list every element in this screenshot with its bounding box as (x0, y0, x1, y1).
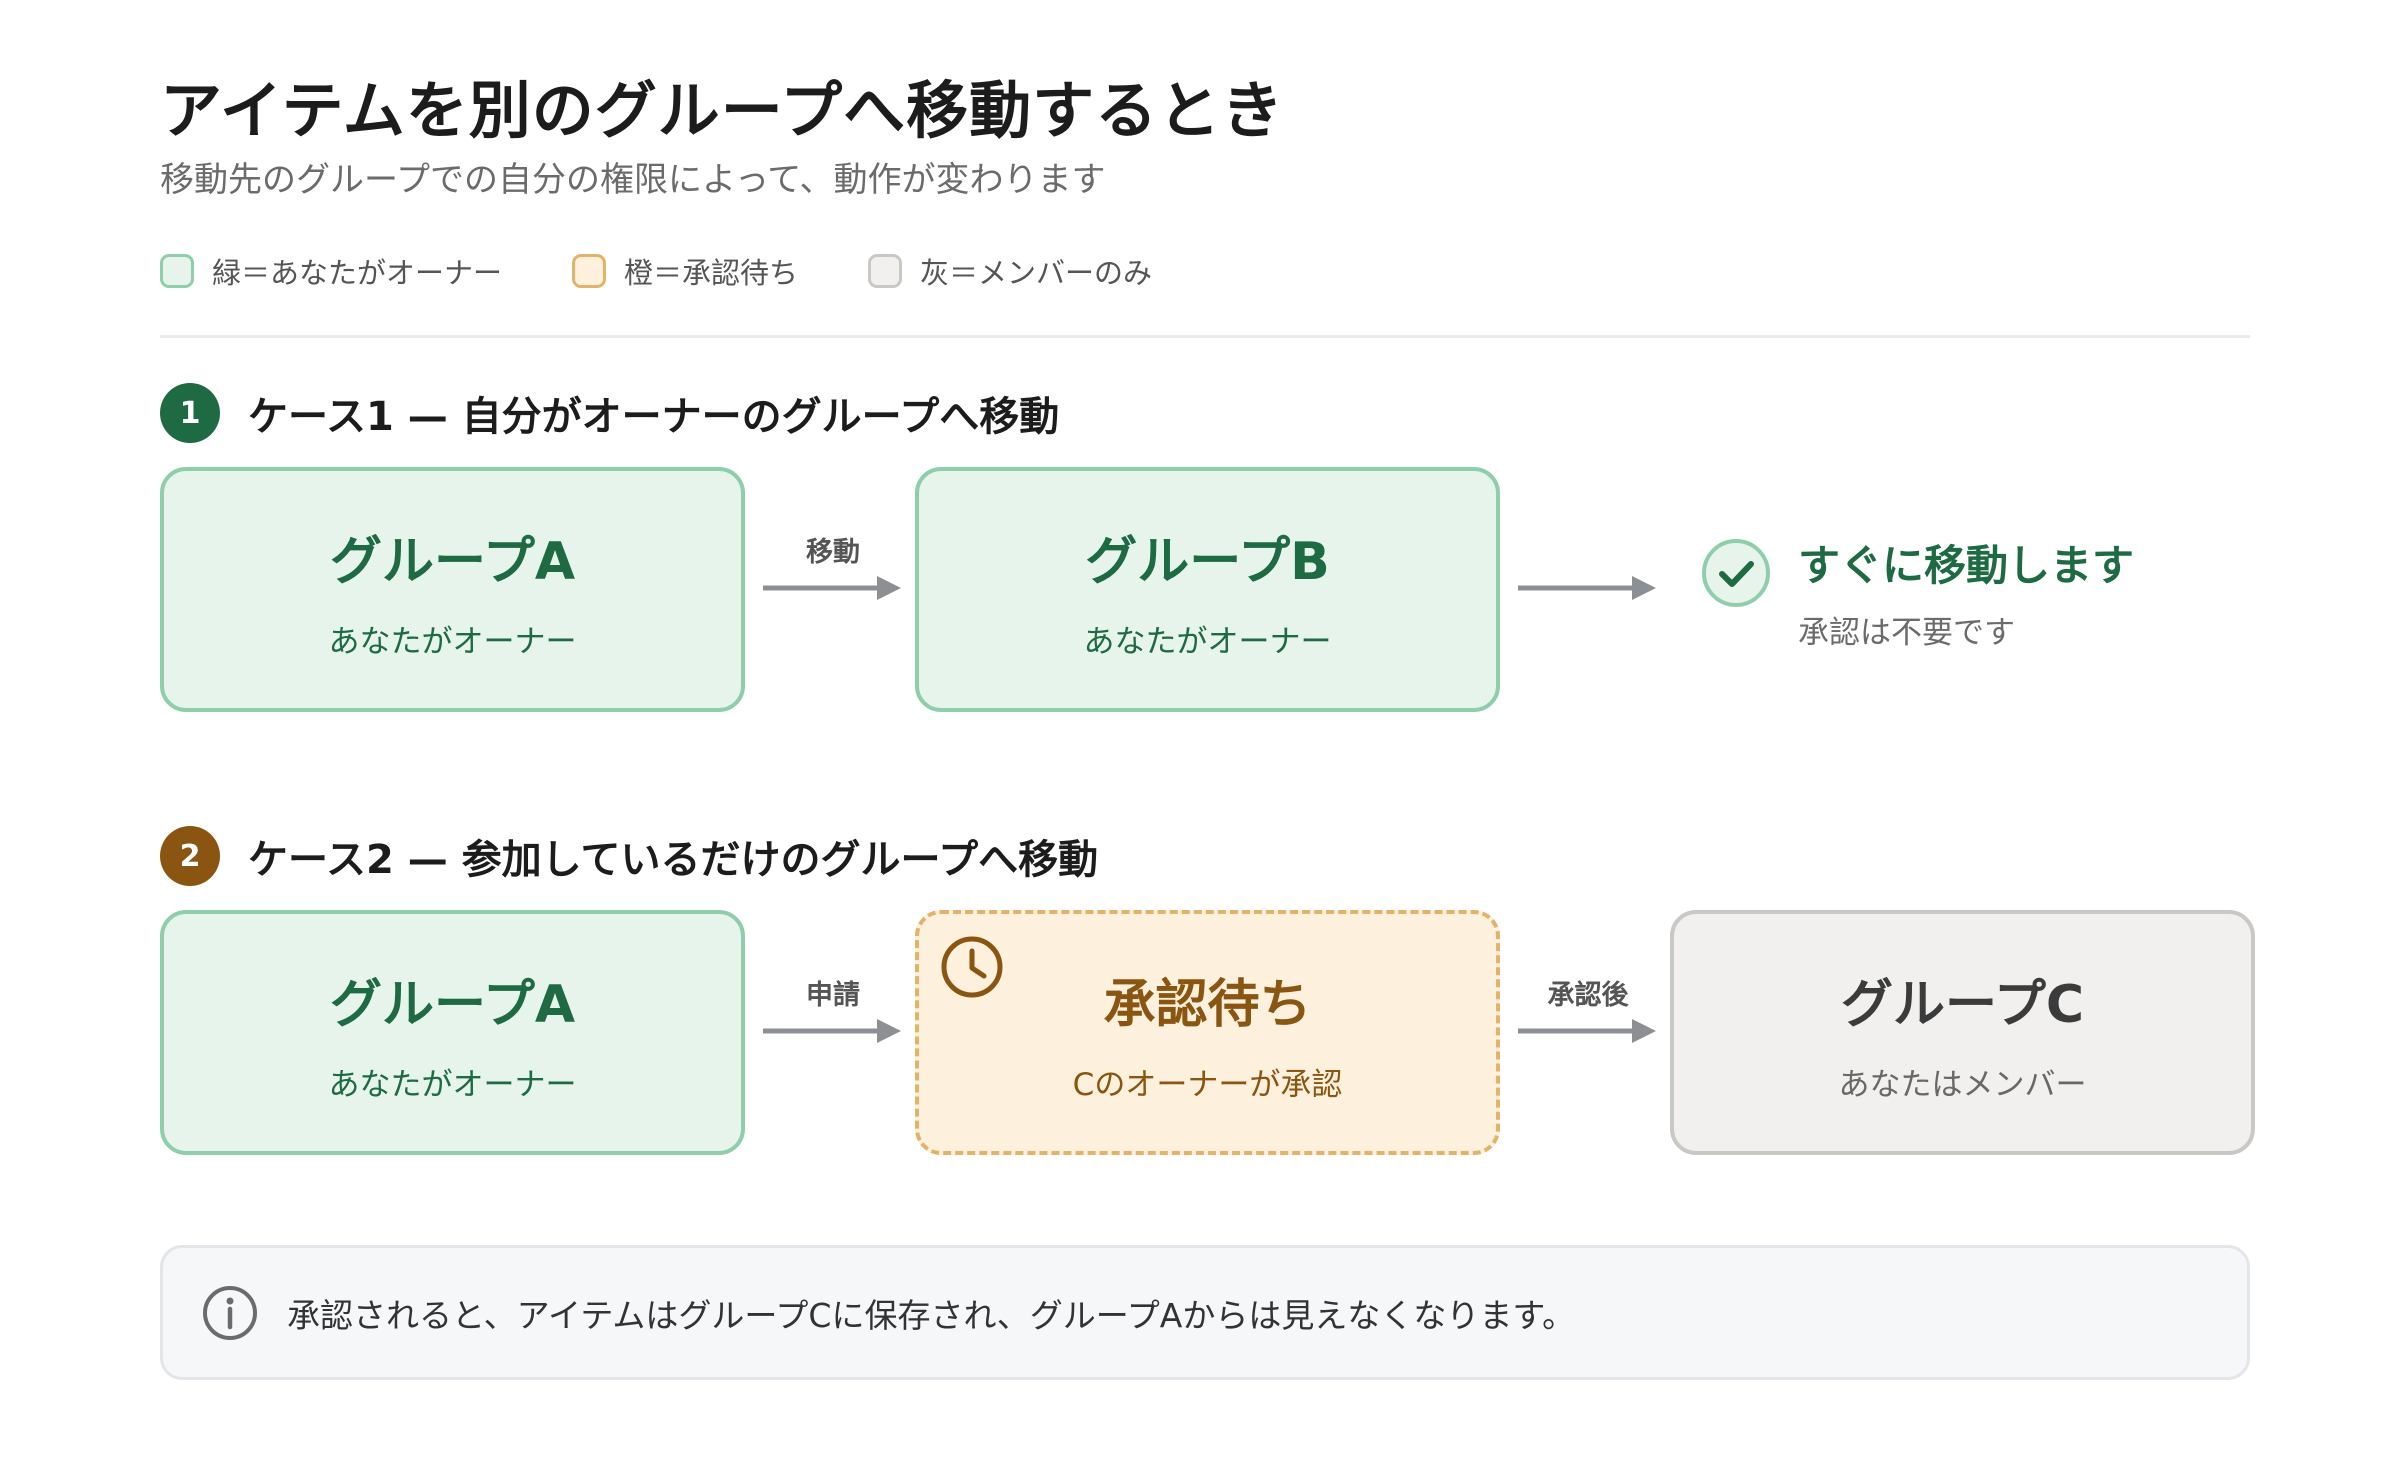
group-role: あなたがオーナー (328, 1066, 577, 1103)
legend-item-owner: 緑＝あなたがオーナー (160, 250, 502, 292)
info-icon (203, 1285, 257, 1340)
case2-arrow2-label: 承認後 (1547, 980, 1629, 1011)
case1-arrow-label: 移動 (806, 537, 860, 568)
legend-item-member: 灰＝メンバーのみ (868, 250, 1152, 292)
case1-number-badge: 1 (160, 383, 220, 443)
arrow-right-icon (1518, 576, 1656, 600)
legend-label: 橙＝承認待ち (624, 256, 799, 290)
legend-item-pending: 橙＝承認待ち (572, 250, 798, 292)
group-title: グループA (329, 531, 576, 592)
group-title: グループC (1840, 974, 2085, 1035)
divider (160, 335, 2250, 338)
pending-subtitle: Cのオーナーが承認 (1072, 1066, 1343, 1103)
legend-swatch-orange (572, 254, 607, 288)
arrow-right-icon (1518, 1019, 1656, 1043)
result-title: すぐに移動します (1798, 541, 2135, 590)
group-title: グループB (1085, 531, 1330, 592)
arrow-right-icon (763, 1019, 901, 1043)
note-text: 承認されると、アイテムはグループCに保存され、グループAからは見えなくなります。 (287, 1295, 1576, 1335)
legend-swatch-gray (868, 254, 903, 288)
case2-source-group: グループA あなたがオーナー (160, 910, 745, 1155)
page-subtitle: 移動先のグループでの自分の権限によって、動作が変わります (160, 160, 1106, 200)
arrow-right-icon (763, 576, 901, 600)
page-title: アイテムを別のグループへ移動するとき (160, 74, 1285, 147)
legend: 緑＝あなたがオーナー 橙＝承認待ち 灰＝メンバーのみ (160, 250, 1222, 292)
case2-header: 2 ケース2 — 参加しているだけのグループへ移動 (160, 826, 1098, 886)
case1-title: ケース1 — 自分がオーナーのグループへ移動 (248, 394, 1060, 440)
case1-target-group: グループB あなたがオーナー (915, 467, 1500, 712)
legend-swatch-green (160, 254, 194, 288)
case1-header: 1 ケース1 — 自分がオーナーのグループへ移動 (160, 383, 1059, 443)
check-circle-icon (1702, 539, 1770, 607)
group-title: グループA (329, 974, 576, 1035)
case2-pending-approval: 承認待ち Cのオーナーが承認 (915, 910, 1500, 1155)
case2-title: ケース2 — 参加しているだけのグループへ移動 (248, 837, 1099, 883)
info-note: 承認されると、アイテムはグループCに保存され、グループAからは見えなくなります。 (160, 1245, 2250, 1380)
case1-result: すぐに移動します 承認は不要です (1700, 532, 2134, 652)
legend-label: 緑＝あなたがオーナー (212, 256, 503, 290)
case2-target-group: グループC あなたはメンバー (1670, 910, 2255, 1155)
result-subtitle: 承認は不要です (1798, 615, 2015, 651)
legend-label: 灰＝メンバーのみ (920, 256, 1153, 290)
group-role: あなたがオーナー (328, 623, 577, 660)
group-role: あなたがオーナー (1083, 623, 1332, 660)
case1-source-group: グループA あなたがオーナー (160, 467, 745, 712)
case2-arrow1-label: 申請 (806, 980, 860, 1011)
pending-title: 承認待ち (1103, 974, 1312, 1035)
clock-icon (941, 936, 1003, 998)
group-role: あなたはメンバー (1838, 1066, 2087, 1103)
case2-number-badge: 2 (160, 826, 220, 886)
